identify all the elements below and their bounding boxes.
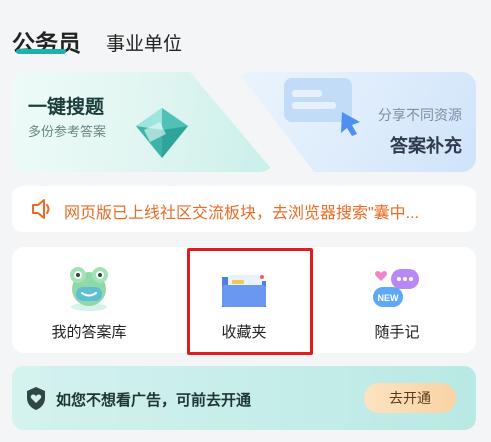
my-answer-library-label: 我的答案库	[51, 324, 127, 341]
category-tabs: 公务员 事业单位	[0, 0, 491, 62]
notice-bar[interactable]: 网页版已上线社区交流板块，去浏览器搜索"囊中...	[12, 186, 476, 232]
shield-heart-icon	[27, 387, 45, 410]
go-activate-button[interactable]: 去开通	[364, 383, 456, 413]
quick-notes-button[interactable]: NEW 随手记	[322, 247, 472, 353]
gem-icon	[136, 108, 188, 158]
frog-icon	[70, 267, 108, 311]
share-card-subtitle: 分享不同资源	[378, 107, 462, 123]
new-badge: NEW	[378, 293, 400, 303]
notice-text: 网页版已上线社区交流板块，去浏览器搜索"囊中...	[64, 205, 420, 222]
ad-free-banner[interactable]: 如您不想看广告，可前去开通 去开通	[12, 366, 476, 430]
favorites-highlight-box	[187, 248, 313, 355]
search-card-title: 一键搜题	[28, 97, 105, 118]
my-answer-library-button[interactable]: 我的答案库	[14, 247, 164, 353]
quick-notes-label: 随手记	[374, 324, 420, 341]
chat-bubbles-icon: NEW	[373, 269, 419, 307]
share-card-title: 答案补充	[390, 136, 462, 156]
ad-text: 如您不想看广告，可前去开通	[56, 392, 252, 409]
chat-cursor-icon	[284, 78, 360, 136]
active-tab-indicator	[16, 49, 66, 54]
tab-public-institution[interactable]: 事业单位	[106, 29, 182, 56]
search-card-subtitle: 多份参考答案	[28, 124, 107, 139]
speaker-icon	[32, 199, 50, 219]
